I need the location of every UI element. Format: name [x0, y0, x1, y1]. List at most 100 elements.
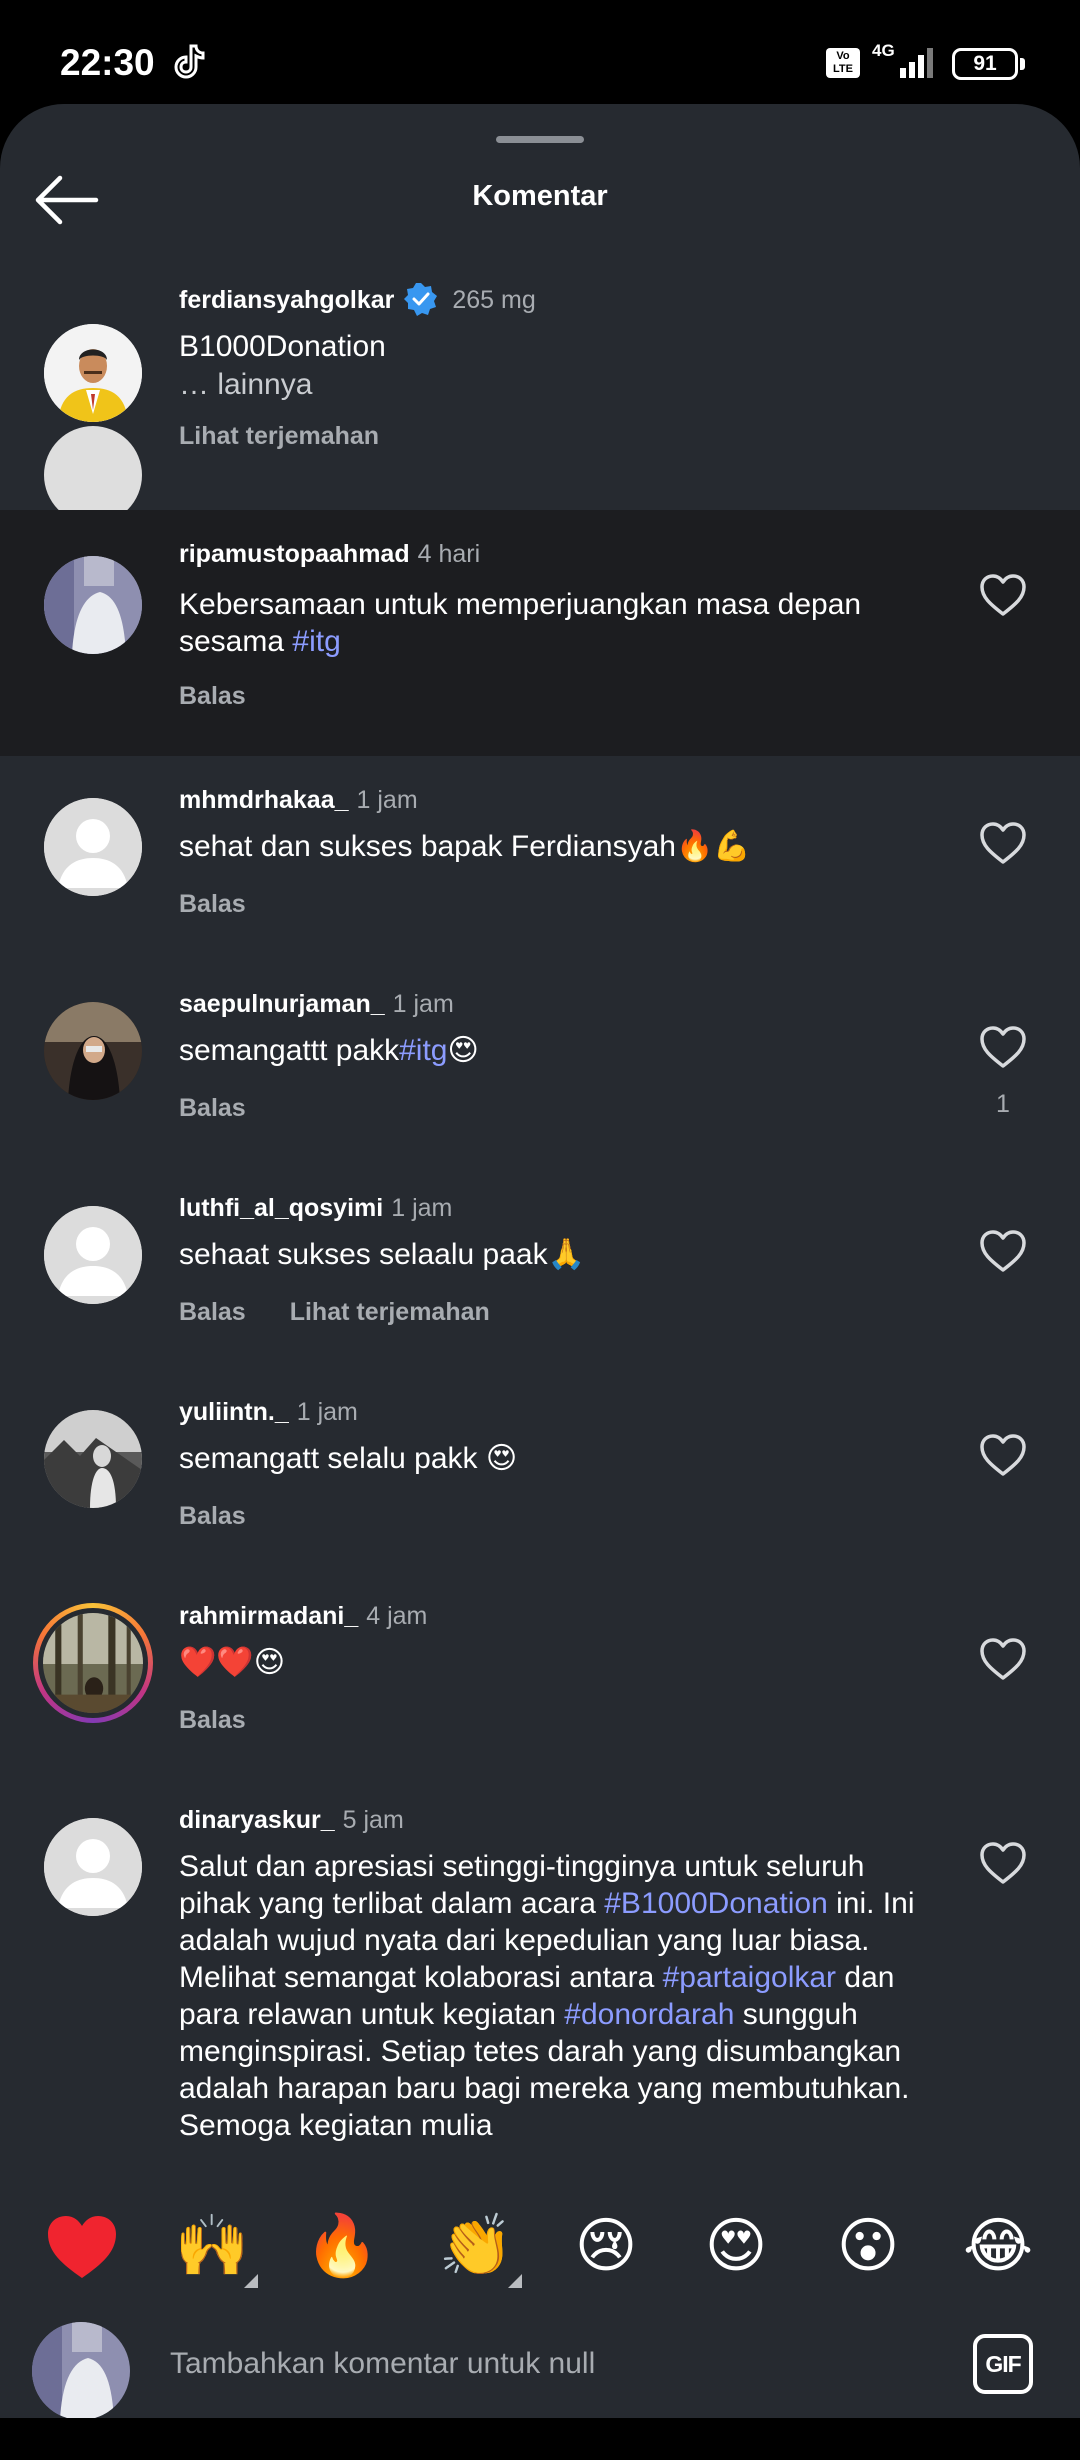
comment-text: semangatt selalu pakk 😍 — [179, 1442, 518, 1475]
caption-translate-link[interactable]: Lihat terjemahan — [179, 422, 379, 451]
comment-text: sehaat sukses selaalu paak🙏 — [179, 1238, 585, 1271]
comment-header: dinaryaskur_ 5 jam — [179, 1806, 404, 1835]
comment-time: 4 hari — [417, 540, 481, 568]
default-avatar-icon — [44, 1818, 142, 1916]
status-time: 22:30 — [60, 42, 155, 83]
comment-time: 5 jam — [342, 1806, 404, 1834]
comment-item: mhmdrhakaa_ 1 jam sehat dan sukses bapak … — [0, 756, 1080, 960]
sheet-drag-handle[interactable] — [496, 136, 584, 143]
battery-icon: 91 — [952, 48, 1018, 80]
comment-header: ripamustopaahmad 4 hari — [179, 540, 480, 569]
default-avatar-icon — [44, 798, 142, 896]
heart-outline-icon[interactable] — [978, 1228, 1028, 1274]
avatar[interactable] — [44, 1818, 142, 1916]
reaction-raising-hands[interactable]: 🙌 — [172, 2206, 258, 2288]
reply-button[interactable]: Balas — [179, 682, 246, 710]
reply-button[interactable]: Balas — [179, 1094, 246, 1122]
avatar[interactable] — [44, 798, 142, 896]
comment-composer: GIF — [0, 2294, 1080, 2418]
comment-actions: Balas — [179, 1094, 246, 1123]
comment-username[interactable]: ripamustopaahmad — [179, 540, 410, 568]
signal-icon — [900, 48, 933, 78]
caption-text: B1000Donation — [179, 330, 386, 363]
comment-text: semangattt pakk#itg😍 — [179, 1032, 899, 1069]
hashtag-link[interactable]: #donordarah — [564, 1998, 734, 2031]
hashtag-link[interactable]: #partaigolkar — [663, 1961, 836, 1994]
comment-text: Kebersamaan untuk memperjuangkan masa de… — [179, 586, 899, 660]
hashtag-link[interactable]: #itg — [292, 625, 340, 658]
reaction-emoji: 😍 — [704, 2211, 768, 2281]
comment-text: ❤️❤️😍 — [179, 1646, 285, 1679]
caption-header-line: ferdiansyahgolkar 265 mg — [179, 282, 536, 316]
heart-outline-icon[interactable] — [978, 1024, 1028, 1070]
comment-header: saepulnurjaman_ 1 jam — [179, 990, 454, 1019]
comment-username[interactable]: mhmdrhakaa_ — [179, 786, 349, 814]
comment-time: 1 jam — [391, 1194, 453, 1222]
like-count: 1 — [996, 1090, 1010, 1118]
comment-header: rahmirmadani_ 4 jam — [179, 1602, 427, 1631]
comments-sheet: Komentar ferdiansyahgolkar 265 mg B1000D… — [0, 104, 1080, 2418]
comment-time: 4 jam — [366, 1602, 428, 1630]
comment-text-part: Kebersamaan untuk memperjuangkan masa de… — [179, 588, 862, 658]
reaction-surprised[interactable]: 😮 — [828, 2206, 908, 2286]
comment-time: 1 jam — [356, 786, 418, 814]
reaction-heart-eyes[interactable]: 😍 — [696, 2206, 776, 2286]
reaction-emoji: 👏 — [438, 2211, 514, 2281]
comment-username[interactable]: yuliintn._ — [179, 1398, 289, 1426]
avatar[interactable] — [44, 1206, 142, 1304]
comment-username[interactable]: luthfi_al_qosyimi — [179, 1194, 383, 1222]
heart-outline-icon[interactable] — [978, 820, 1028, 866]
comment-text-part: semangattt pakk — [179, 1034, 400, 1067]
avatar[interactable] — [44, 1002, 142, 1100]
comment-actions: Balas — [179, 1706, 246, 1735]
avatar — [43, 1613, 143, 1713]
reaction-laughing[interactable]: 😂 — [958, 2206, 1038, 2286]
comment-input[interactable] — [170, 2334, 870, 2394]
comment-item: dinaryaskur_ 5 jam Salut dan apresiasi se… — [0, 1776, 1080, 2176]
current-user-avatar[interactable] — [32, 2322, 130, 2418]
caption-time: 265 mg — [452, 286, 536, 314]
reply-button[interactable]: Balas — [179, 890, 246, 918]
skin-tone-indicator — [508, 2274, 522, 2288]
reply-button[interactable]: Balas — [179, 1706, 246, 1734]
heart-outline-icon[interactable] — [978, 1636, 1028, 1682]
translate-link[interactable]: Lihat terjemahan — [290, 1298, 490, 1326]
heart-outline-icon[interactable] — [978, 572, 1028, 618]
comment-text-part: 😍 — [447, 1034, 479, 1067]
comment-header: mhmdrhakaa_ 1 jam — [179, 786, 418, 815]
battery-level: 91 — [973, 52, 997, 75]
comment-username[interactable]: saepulnurjaman_ — [179, 990, 385, 1018]
avatar[interactable] — [44, 556, 142, 654]
reaction-emoji: 😂 — [962, 2211, 1034, 2281]
avatar[interactable] — [44, 1410, 142, 1508]
volte-icon: Vo LTE — [826, 48, 860, 78]
caption-username[interactable]: ferdiansyahgolkar — [179, 286, 394, 314]
reaction-fire[interactable]: 🔥 — [302, 2206, 382, 2286]
system-nav-bar — [0, 2418, 1080, 2460]
comment-username[interactable]: rahmirmadani_ — [179, 1602, 358, 1630]
heart-outline-icon[interactable] — [978, 1432, 1028, 1478]
gif-icon[interactable]: GIF — [973, 2334, 1033, 2394]
hashtag-link[interactable]: #itg — [399, 1034, 447, 1067]
caption-more-link[interactable]: … lainnya — [179, 366, 899, 403]
reaction-heart[interactable] — [42, 2206, 122, 2286]
comment-item: luthfi_al_qosyimi 1 jam sehaat sukses sel… — [0, 1164, 1080, 1368]
comment-actions: Balas Lihat terjemahan — [179, 1298, 490, 1327]
caption-author-avatar[interactable] — [44, 324, 142, 422]
reaction-crying[interactable]: 😢 — [566, 2206, 646, 2286]
heart-outline-icon[interactable] — [978, 1840, 1028, 1886]
reaction-clapping[interactable]: 👏 — [436, 2206, 522, 2288]
story-ring-avatar[interactable] — [33, 1603, 153, 1723]
red-heart-icon — [48, 2216, 116, 2278]
network-type: 4G — [872, 41, 895, 60]
comment-header: yuliintn._ 1 jam — [179, 1398, 358, 1427]
reply-button[interactable]: Balas — [179, 1502, 246, 1530]
comment-time: 1 jam — [296, 1398, 358, 1426]
skin-tone-indicator — [244, 2274, 258, 2288]
comment-username[interactable]: dinaryaskur_ — [179, 1806, 335, 1834]
quick-reactions-bar: 🙌 🔥 👏 😢 😍 😮 😂 — [0, 2174, 1080, 2294]
default-avatar-icon — [44, 1206, 142, 1304]
translate-label[interactable]: Lihat terjemahan — [179, 422, 379, 450]
hashtag-link[interactable]: #B1000Donation — [604, 1887, 828, 1920]
reply-button[interactable]: Balas — [179, 1298, 246, 1326]
